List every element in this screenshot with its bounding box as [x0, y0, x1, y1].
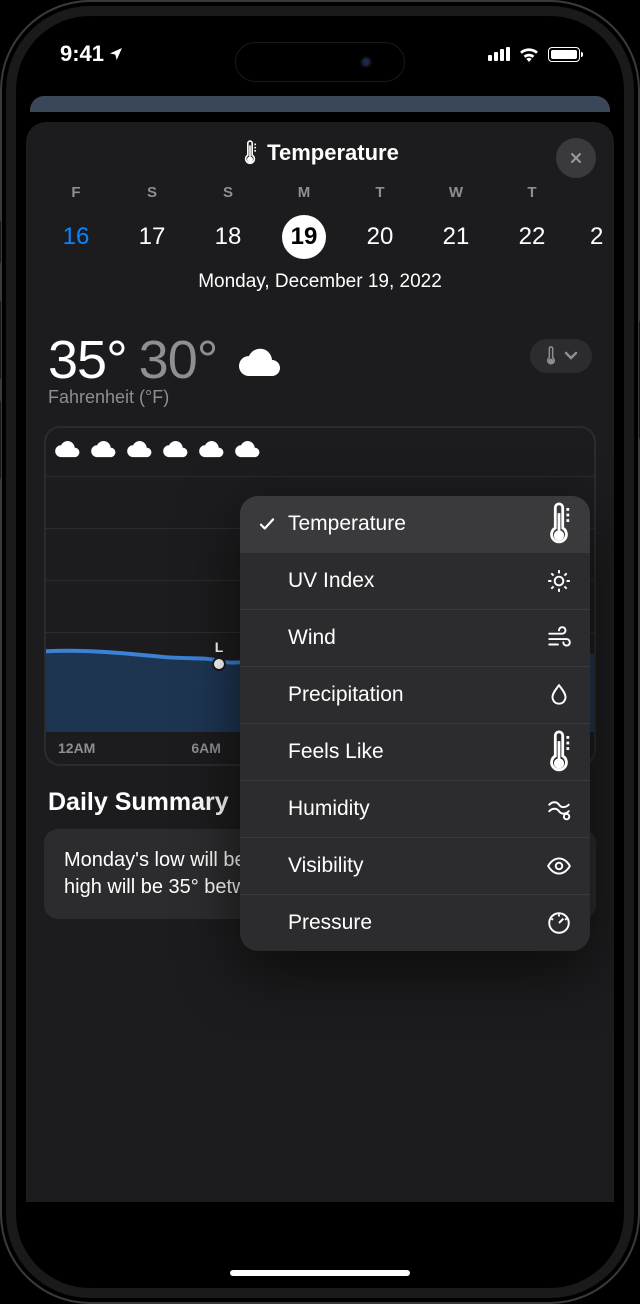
dropdown-item-label: UV Index — [288, 569, 546, 593]
day-column[interactable]: M 19 — [266, 184, 342, 259]
location-icon — [108, 46, 124, 62]
day-number[interactable]: 17 — [130, 215, 174, 259]
full-date: Monday, December 19, 2022 — [26, 271, 614, 293]
dropdown-item-uv-index[interactable]: UV Index — [240, 553, 590, 610]
thermometer-icon — [544, 346, 558, 366]
dropdown-item-humidity[interactable]: Humidity — [240, 781, 590, 838]
background-sheet-peek — [30, 96, 610, 112]
day-number[interactable]: 20 — [358, 215, 402, 259]
dropdown-item-label: Wind — [288, 626, 546, 650]
dropdown-item-precipitation[interactable]: Precipitation — [240, 667, 590, 724]
day-abbr: W — [418, 184, 494, 201]
dropdown-item-label: Temperature — [288, 512, 546, 536]
dropdown-item-pressure[interactable]: Pressure — [240, 895, 590, 951]
day-column[interactable]: W 21 — [418, 184, 494, 259]
checkmark-icon — [258, 515, 288, 533]
sun-icon — [546, 568, 572, 594]
close-button[interactable] — [556, 138, 596, 178]
day-abbr: S — [114, 184, 190, 201]
dropdown-item-label: Visibility — [288, 854, 546, 878]
dropdown-item-visibility[interactable]: Visibility — [240, 838, 590, 895]
battery-icon — [548, 47, 580, 62]
thermometer-icon — [546, 739, 572, 765]
day-column[interactable]: T 22 — [494, 184, 570, 259]
day-abbr: F — [38, 184, 114, 201]
wifi-icon — [518, 46, 540, 62]
day-number[interactable]: 16 — [54, 215, 98, 259]
close-icon — [568, 150, 584, 166]
day-column[interactable]: S 18 — [190, 184, 266, 259]
high-temp: 35° — [48, 329, 127, 391]
sheet-title: Temperature — [241, 140, 399, 166]
dropdown-item-label: Feels Like — [288, 740, 546, 764]
droplet-icon — [546, 682, 572, 708]
day-abbr: S — [190, 184, 266, 201]
eye-icon — [546, 853, 572, 879]
temperature-readout: 35° 30° — [48, 329, 281, 391]
thermometer-icon — [241, 140, 259, 166]
hourly-condition-row — [46, 428, 594, 472]
home-indicator[interactable] — [230, 1270, 410, 1276]
gauge-icon — [546, 910, 572, 936]
clock-text: 9:41 — [60, 41, 104, 67]
sheet-title-text: Temperature — [267, 140, 399, 166]
day-abbr: T — [494, 184, 570, 201]
day-number[interactable]: 19 — [282, 215, 326, 259]
chart-low-marker: L — [214, 639, 224, 669]
dropdown-item-label: Pressure — [288, 911, 546, 935]
dropdown-item-temperature[interactable]: Temperature — [240, 496, 590, 553]
metric-dropdown[interactable]: Temperature UV Index Wind Precipitation Feel… — [240, 496, 590, 951]
thermometer-icon — [546, 511, 572, 537]
day-number[interactable]: 18 — [206, 215, 250, 259]
dropdown-item-label: Precipitation — [288, 683, 546, 707]
humidity-icon — [546, 796, 572, 822]
day-number[interactable]: 21 — [434, 215, 478, 259]
day-column[interactable]: F 16 — [38, 184, 114, 259]
metric-selector-button[interactable] — [530, 339, 592, 373]
weather-detail-sheet: Temperature F16S17S18M19T20W21T22 2 Mond… — [26, 122, 614, 1202]
dropdown-item-feels-like[interactable]: Feels Like — [240, 724, 590, 781]
cloud-icon — [237, 348, 281, 380]
day-selector[interactable]: F16S17S18M19T20W21T22 2 — [26, 184, 614, 259]
day-column[interactable]: S 17 — [114, 184, 190, 259]
cellular-icon — [488, 47, 510, 61]
low-temp: 30° — [139, 329, 218, 391]
day-number[interactable]: 22 — [510, 215, 554, 259]
status-time: 9:41 — [60, 41, 124, 67]
day-abbr: M — [266, 184, 342, 201]
day-column[interactable]: T 20 — [342, 184, 418, 259]
chevron-down-icon — [564, 351, 578, 361]
dropdown-item-wind[interactable]: Wind — [240, 610, 590, 667]
wind-icon — [546, 625, 572, 651]
dropdown-item-label: Humidity — [288, 797, 546, 821]
dynamic-island — [235, 42, 405, 82]
day-abbr: T — [342, 184, 418, 201]
